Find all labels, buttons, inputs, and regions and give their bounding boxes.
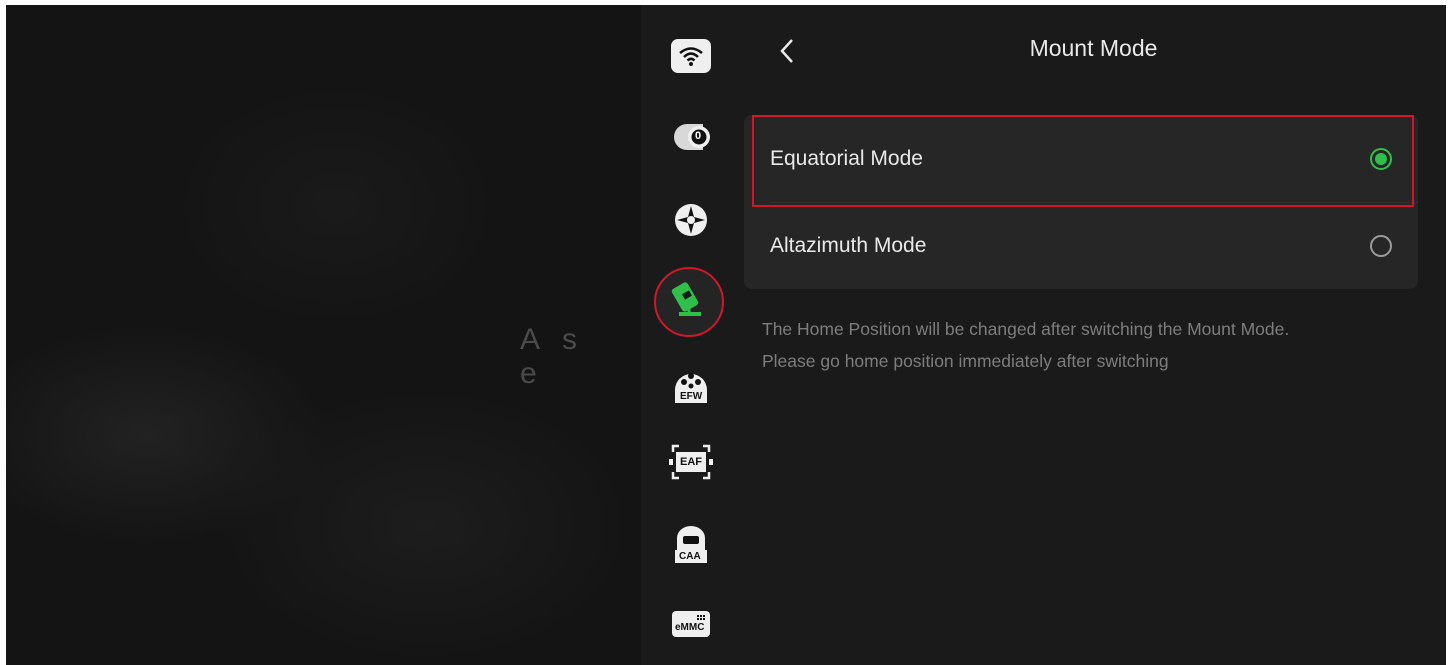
telescope-mount-icon [671,280,707,325]
mount-mode-panel: Mount Mode Equatorial Mode Altazimuth Mo… [741,5,1446,665]
camera-icon: 0 [671,120,711,154]
sidebar-item-camera[interactable]: 0 [662,108,720,166]
note-line-1: The Home Position will be changed after … [762,319,1290,339]
rotator-icon: CAA [671,524,711,564]
sidebar-item-emmc[interactable]: eMMC [662,595,720,653]
emmc-label: eMMC [675,622,705,633]
focuser-icon: EAF [669,444,713,480]
sidebar-item-guide[interactable] [662,193,720,251]
sidebar-item-eaf[interactable]: EAF [662,433,720,491]
radio-selected[interactable] [1370,147,1392,170]
filter-wheel-icon: EFW [671,364,711,404]
sidebar-item-mount[interactable] [654,267,724,337]
radio-unselected[interactable] [1370,234,1392,257]
sidebar-item-caa[interactable]: CAA [662,515,720,573]
mount-mode-options: Equatorial Mode Altazimuth Mode [744,115,1418,289]
info-note: The Home Position will be changed after … [762,313,1432,377]
option-label: Equatorial Mode [770,146,923,170]
option-equatorial-mode[interactable]: Equatorial Mode [744,115,1418,202]
note-line-2: Please go home position immediately afte… [762,351,1169,371]
eaf-label: EAF [680,456,702,468]
crosshair-icon [673,202,709,243]
option-altazimuth-mode[interactable]: Altazimuth Mode [744,202,1418,289]
page-title: Mount Mode [1029,35,1158,61]
efw-label: EFW [680,391,703,402]
sidebar-item-efw[interactable]: EFW [662,355,720,413]
camera-index-label: 0 [695,130,702,142]
camera-preview[interactable]: As e [6,5,641,665]
device-sidebar: 0 EFW EAF CAA eMMC [641,5,741,665]
caa-label: CAA [679,551,701,562]
storage-icon: eMMC [671,609,711,639]
preview-overlay-text: As e [520,323,600,390]
app-screen: As e 0 EFW EAF CAA eMMC Mount Mode Equat… [6,5,1446,665]
option-label: Altazimuth Mode [770,233,927,257]
sidebar-item-wifi[interactable] [662,27,720,85]
wifi-icon [671,39,711,73]
panel-header: Mount Mode [741,5,1446,95]
